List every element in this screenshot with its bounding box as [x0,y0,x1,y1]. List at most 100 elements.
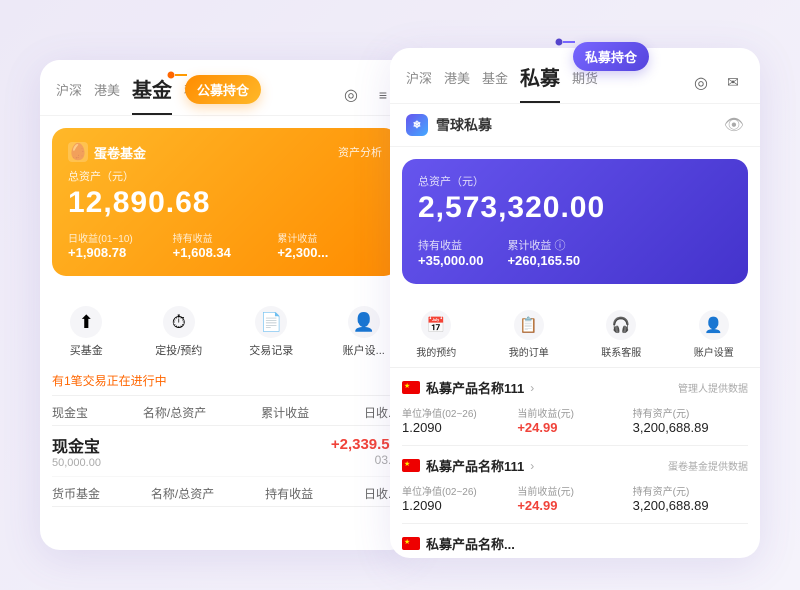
fund-item-1[interactable]: 私募产品名称111 › 管理人提供数据 单位净值(02~26) 1.2090 当… [402,368,748,446]
purple-stat-total-value: +260,165.50 [507,253,580,268]
left-tab-husheng[interactable]: 沪深 [56,80,82,109]
currency-header: 货币基金 名称/总资产 持有收益 日收... [52,477,398,507]
stat-daily-label: 日收益(01~10) [68,230,173,245]
right-eye-icon[interactable]: ◎ [690,72,712,94]
fund-stat-2-return-value: +24.99 [517,498,632,513]
right-action-row: 📅 我的预约 📋 我的订单 🎧 联系客服 👤 账户设置 [390,296,760,368]
currency-title: 货币基金 [52,485,100,502]
cash-item-date: 03... [331,453,398,467]
fund-egg-icon: 🥚 [68,142,88,162]
purple-stat-hold: 持有收益 +35,000.00 [418,237,483,268]
cash-item-value: +2,339.58 [331,436,398,453]
purple-stat-hold-label: 持有收益 [418,237,483,253]
trade-record-btn[interactable]: 📄 交易记录 [225,298,318,366]
reservation-label: 我的预约 [416,344,456,359]
fund-item-2-provider: 蛋卷基金提供数据 [668,458,748,473]
stat-total-value: +2,300... [277,245,382,260]
purple-stats: 持有收益 +35,000.00 累计收益 ⓘ +260,165.50 [418,237,732,268]
fund-stat-1-return-value: +24.99 [517,420,632,435]
fund-item-3[interactable]: 私募产品名称... [402,524,748,558]
stat-hold-value: +1,608.34 [173,245,278,260]
fund-flag-1 [402,381,420,394]
fund-item-3-header: 私募产品名称... [402,534,748,553]
snowball-eye-icon[interactable]: 👁 [724,115,744,135]
snowball-name: 雪球私募 [436,115,492,135]
purple-stat-total-label: 累计收益 ⓘ [507,237,580,253]
fund-stat-1-return-label: 当前收益(元) [517,405,632,420]
cash-title: 现金宝 [52,404,88,421]
support-btn[interactable]: 🎧 联系客服 [575,302,668,367]
left-tab-gangmei[interactable]: 港美 [94,80,120,109]
right-tab-qihuo[interactable]: 期货 [572,68,598,97]
right-tab-gangmei[interactable]: 港美 [444,68,470,97]
fund-item-2[interactable]: 私募产品名称111 › 蛋卷基金提供数据 单位净值(02~26) 1.2090 … [402,446,748,524]
right-account-label: 账户设置 [694,344,734,359]
fund-flag-2 [402,459,420,472]
fund-stat-1-asset-value: 3,200,688.89 [633,420,748,435]
cash-item-sub: 50,000.00 [52,457,331,469]
tooltip-gongmu-badge: 公募持仓 [185,75,261,104]
reservation-icon: 📅 [421,310,451,340]
schedule-label: 定投/预约 [155,342,202,358]
fund-item-1-header: 私募产品名称111 › 管理人提供数据 [402,378,748,397]
fund-section-header: 🥚 蛋卷基金 资产分析 [68,142,382,162]
right-card: 沪深 港美 基金 私募 期货 ◎ ✉ ❄ 雪球私募 👁 总资产（元） 2,573… [390,48,760,558]
cash-col2: 累计收益 [261,404,309,421]
left-eye-icon[interactable]: ◎ [340,84,362,106]
currency-fund-section: 货币基金 名称/总资产 持有收益 日收... [52,477,398,507]
fund-item-2-name: 私募产品名称111 [426,456,524,475]
tooltip-simu-badge: 私募持仓 [573,42,649,71]
schedule-btn[interactable]: ⏱ 定投/预约 [133,298,226,366]
fund-stat-1-nav-label: 单位净值(02~26) [402,405,517,420]
reservation-btn[interactable]: 📅 我的预约 [390,302,483,367]
purple-stat-hold-value: +35,000.00 [418,253,483,268]
left-card: 沪深 港美 基金 私募 期货 ◎ ≡ 🥚 蛋卷基金 资产分析 总资产（元） 12… [40,60,410,550]
stat-hold-label: 持有收益 [173,230,278,245]
cash-item[interactable]: 现金宝 50,000.00 +2,339.58 03... [52,426,398,477]
buy-fund-icon: ⬆ [70,306,102,338]
fund-stat-2-return-label: 当前收益(元) [517,483,632,498]
left-tab-icons: ◎ ≡ [340,84,394,106]
right-tab-simu[interactable]: 私募 [520,62,560,103]
fund-item-1-arrow: › [530,381,534,395]
purple-total-value: 2,573,320.00 [418,191,732,225]
fund-stat-2-asset-label: 持有资产(元) [633,483,748,498]
trade-record-icon: 📄 [255,306,287,338]
fund-name: 蛋卷基金 [94,143,146,162]
cash-col1: 名称/总资产 [143,404,206,421]
stat-daily-value: +1,908.78 [68,245,173,260]
transaction-notice: 有1笔交易正在进行中 [52,366,398,396]
fund-item-1-provider: 管理人提供数据 [678,380,748,395]
stat-daily: 日收益(01~10) +1,908.78 [68,230,173,260]
trade-record-label: 交易记录 [249,342,293,358]
right-account-btn[interactable]: 👤 账户设置 [668,302,761,367]
snowball-logo: ❄ [406,114,428,136]
support-icon: 🎧 [606,310,636,340]
fund-stat-2-asset-value: 3,200,688.89 [633,498,748,513]
orders-btn[interactable]: 📋 我的订单 [483,302,576,367]
fund-stat-1-nav-value: 1.2090 [402,420,517,435]
fund-item-2-arrow: › [530,459,534,473]
total-label: 总资产（元） [68,168,382,184]
fund-stat-2-nav-label: 单位净值(02~26) [402,483,517,498]
cash-item-name: 现金宝 [52,433,331,457]
fund-item-1-stats: 单位净值(02~26) 1.2090 当前收益(元) +24.99 持有资产(元… [402,405,748,435]
fund-stat-2-nav-value: 1.2090 [402,498,517,513]
buy-fund-btn[interactable]: ⬆ 买基金 [40,298,133,366]
right-tab-jijin[interactable]: 基金 [482,68,508,97]
snowball-header: ❄ 雪球私募 👁 [390,104,760,147]
analysis-link[interactable]: 资产分析 [338,144,382,160]
right-account-icon: 👤 [699,310,729,340]
cash-section: 现金宝 名称/总资产 累计收益 日收... 现金宝 50,000.00 +2,3… [52,396,398,477]
purple-total-label: 总资产（元） [418,173,732,189]
schedule-icon: ⏱ [163,306,195,338]
fund-flag-3 [402,537,420,550]
left-action-row: ⬆ 买基金 ⏱ 定投/预约 📄 交易记录 👤 账户设... [40,288,410,366]
fund-stat-1-nav: 单位净值(02~26) 1.2090 [402,405,517,435]
left-tab-jijin[interactable]: 基金 [132,74,172,115]
right-menu-icon[interactable]: ✉ [722,72,744,94]
cash-item-value-col: +2,339.58 03... [331,436,398,467]
right-tab-husheng[interactable]: 沪深 [406,68,432,97]
fund-item-1-name: 私募产品名称111 [426,378,524,397]
fund-stat-2-nav: 单位净值(02~26) 1.2090 [402,483,517,513]
